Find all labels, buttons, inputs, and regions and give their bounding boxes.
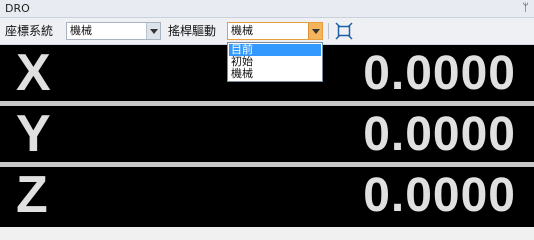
axis-value: 0.0000	[363, 108, 516, 161]
axis-label: X	[16, 44, 51, 102]
chevron-down-icon[interactable]	[308, 23, 322, 39]
toolbar-separator	[328, 23, 329, 39]
fit-view-icon[interactable]	[335, 22, 353, 40]
coord-system-label: 座標系統	[5, 24, 54, 38]
jog-drive-label: 搖桿驅動	[168, 24, 217, 38]
axis-row-y: Y 0.0000	[0, 105, 534, 163]
panel-title-bar: DRO ᛘ	[0, 0, 534, 18]
chevron-down-icon[interactable]	[146, 23, 160, 39]
axis-value: 0.0000	[363, 169, 516, 222]
pin-icon[interactable]: ᛘ	[522, 1, 529, 15]
jog-drive-value: 機械	[231, 24, 253, 37]
coord-system-select[interactable]: 機械	[66, 22, 161, 40]
panel-title: DRO	[5, 2, 30, 15]
axis-row-z: Z 0.0000	[0, 166, 534, 224]
jog-drive-select[interactable]: 機械	[227, 22, 323, 40]
axis-value: 0.0000	[363, 47, 516, 100]
toolbar: 座標系統 機械 搖桿驅動 機械	[0, 18, 534, 45]
dropdown-option-machine[interactable]: 機械	[229, 68, 321, 80]
axis-label: Y	[16, 105, 51, 163]
coord-system-value: 機械	[70, 24, 92, 37]
jog-drive-dropdown-list: 目前 初始 機械	[227, 42, 323, 82]
axis-label: Z	[16, 166, 48, 224]
